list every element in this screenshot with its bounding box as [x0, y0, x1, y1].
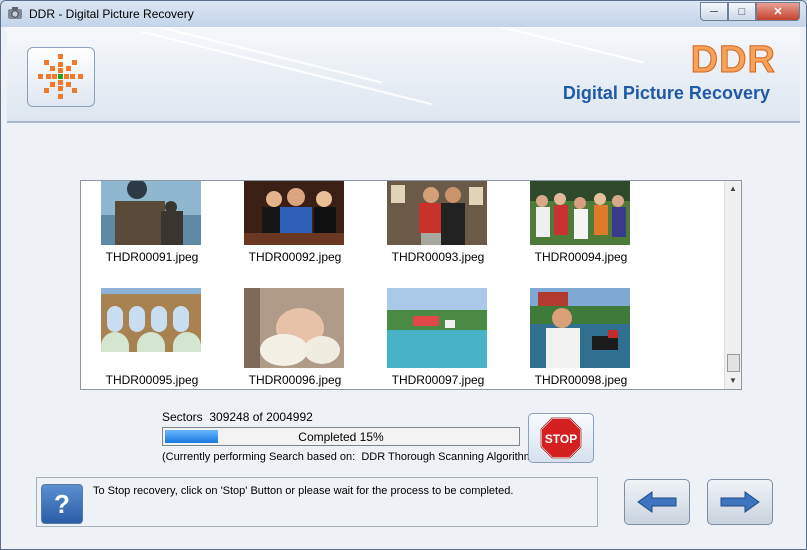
banner-streak	[430, 27, 644, 64]
stop-sign-icon: STOP	[540, 417, 582, 459]
arrow-left-icon	[637, 491, 677, 513]
close-icon: ✕	[773, 6, 783, 18]
thumbnail-name: THDR00098.jpeg	[534, 373, 628, 387]
thumbnail-image	[387, 181, 487, 245]
camera-icon	[8, 7, 22, 19]
scroll-up-arrow-icon[interactable]: ▲	[725, 181, 741, 197]
next-button[interactable]	[707, 479, 773, 525]
stop-button[interactable]: STOP	[528, 413, 594, 463]
app-logo	[27, 47, 95, 107]
arrow-right-icon	[720, 491, 760, 513]
window-controls: ─ □ ✕	[700, 2, 800, 21]
brand-subtitle: Digital Picture Recovery	[562, 83, 770, 103]
header-banner: DDR Digital Picture Recovery	[7, 27, 800, 123]
banner-streak	[71, 27, 383, 84]
thumbnail-image	[530, 181, 630, 245]
banner-streak	[141, 30, 433, 106]
thumbnail-image	[244, 288, 344, 368]
minimize-button[interactable]: ─	[700, 2, 728, 21]
maximize-icon: □	[738, 5, 746, 18]
snowflake-logo	[38, 54, 83, 99]
thumbnail-image	[244, 181, 344, 245]
thumbnail-image	[530, 288, 630, 368]
recovered-thumbnails-panel[interactable]: THDR00091.jpeg THDR00092.jpeg THDR00093.…	[80, 180, 742, 390]
back-button[interactable]	[624, 479, 690, 525]
thumbnail-name: THDR00092.jpeg	[248, 250, 342, 264]
thumbnail-name: THDR00096.jpeg	[248, 373, 342, 387]
maximize-button[interactable]: □	[728, 2, 756, 21]
help-icon: ?	[54, 489, 70, 519]
thumbnail-image	[387, 288, 487, 368]
info-message: To Stop recovery, click on 'Stop' Button…	[93, 485, 514, 497]
sectors-status: Sectors 309248 of 2004992	[162, 410, 313, 424]
app-window: DDR - Digital Picture Recovery ─ □ ✕ DDR…	[0, 0, 807, 550]
thumbnail-image	[101, 181, 201, 245]
thumbnail-name: THDR00095.jpeg	[105, 373, 199, 387]
info-bar: ? To Stop recovery, click on 'Stop' Butt…	[36, 477, 598, 527]
thumbnail-name: THDR00091.jpeg	[105, 250, 199, 264]
progress-label: Completed 15%	[298, 430, 384, 444]
brand-name: DDR	[690, 39, 776, 82]
thumbnails-scrollbar[interactable]: ▲ ▼	[724, 181, 741, 389]
thumbnail-name: THDR00097.jpeg	[391, 373, 485, 387]
thumbnail-name: THDR00094.jpeg	[534, 250, 628, 264]
window-title: DDR - Digital Picture Recovery	[29, 7, 194, 21]
scroll-down-arrow-icon[interactable]: ▼	[725, 373, 741, 389]
minimize-icon: ─	[710, 5, 718, 18]
thumbnail-image	[101, 288, 201, 352]
scrollbar-thumb[interactable]	[727, 354, 740, 372]
title-bar[interactable]: DDR - Digital Picture Recovery ─ □ ✕	[1, 1, 806, 27]
recovery-progress-bar: Completed 15%	[162, 427, 520, 446]
main-content: THDR00091.jpeg THDR00092.jpeg THDR00093.…	[7, 123, 800, 549]
close-button[interactable]: ✕	[756, 2, 800, 21]
thumbnail-name: THDR00093.jpeg	[391, 250, 485, 264]
help-button[interactable]: ?	[41, 484, 83, 524]
algorithm-status: (Currently performing Search based on: D…	[162, 451, 537, 463]
stop-label: STOP	[545, 432, 577, 446]
